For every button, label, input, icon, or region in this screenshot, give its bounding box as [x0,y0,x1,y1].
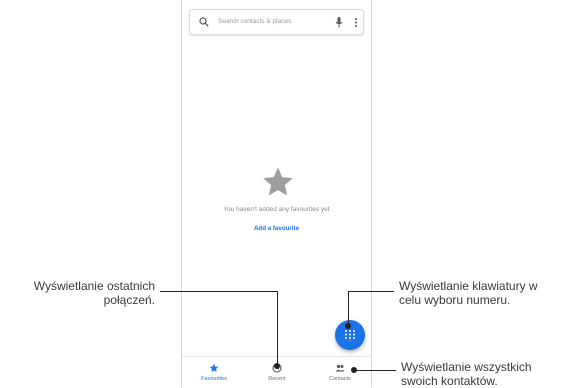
empty-star-icon [263,167,293,196]
callout-contacts-line1: Wyświetlanie wszystkich [401,360,532,374]
people-icon [335,364,345,372]
empty-state-message: You haven't added any favourites yet [223,206,330,213]
leader-dot-keypad [345,323,351,329]
search-bar[interactable]: Search contacts & places [189,9,364,35]
callout-contacts-line2: swoich kontaktów. [401,374,498,388]
dialpad-icon [345,330,355,341]
callout-recent-line1: Wyświetlanie ostatnich [33,279,155,293]
callout-keypad-line1: Wyświetlanie klawiatury w [399,279,538,293]
tab-contacts[interactable]: Contacts [310,357,370,388]
tab-contacts-label: Contacts [329,376,351,382]
tab-favourites-label: Favourites [201,376,227,382]
tab-recent-label: Recent [268,376,286,382]
callout-keypad: Wyświetlanie klawiatury w celu wyboru nu… [399,279,569,307]
more-options-icon[interactable] [354,16,358,29]
add-favourite-link[interactable]: Add a favourite [182,225,371,232]
search-placeholder[interactable]: Search contacts & places [218,18,291,25]
callout-contacts: Wyświetlanie wszystkich swoich kontaktów… [401,360,569,388]
star-icon [209,363,219,372]
leader-line-keypad-h [348,291,394,292]
callout-keypad-line2: celu wyboru numeru. [399,293,511,307]
callout-recent-line2: połączeń. [103,293,155,307]
leader-line-keypad-v [348,291,349,326]
search-icon [199,17,209,27]
tab-favourites[interactable]: Favourites [184,357,244,388]
mic-icon[interactable] [335,16,343,29]
leader-dot-contacts [351,367,357,373]
callout-recent: Wyświetlanie ostatnich połączeń. [7,279,155,307]
leader-dot-recent [274,363,280,369]
leader-line-recent-v [277,291,278,366]
leader-line-recent-h [160,291,277,292]
leader-line-contacts-h [354,370,396,371]
